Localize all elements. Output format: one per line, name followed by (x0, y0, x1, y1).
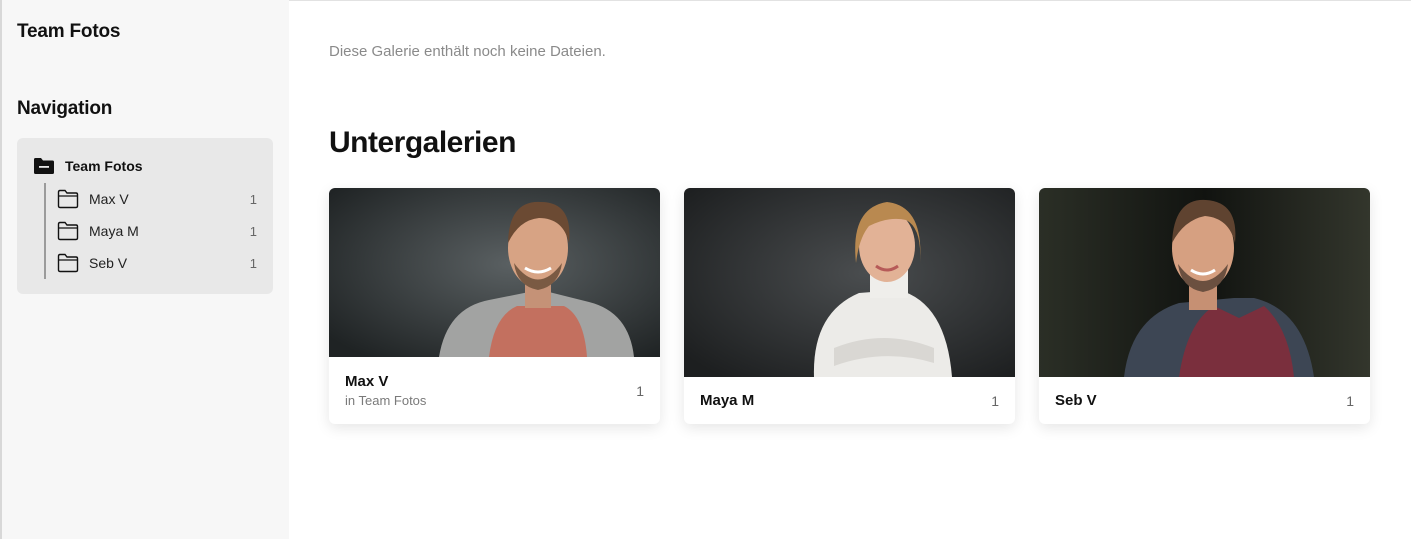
folder-open-icon (34, 158, 54, 174)
subgallery-card-max-v[interactable]: Max V in Team Fotos 1 (329, 188, 660, 424)
card-subtitle: in Team Fotos (345, 393, 427, 408)
subgallery-card-seb-v[interactable]: Seb V 1 (1039, 188, 1370, 424)
card-count: 1 (636, 383, 644, 399)
folder-icon (57, 189, 79, 209)
card-caption: Max V in Team Fotos (345, 373, 644, 408)
subgallery-card-maya-m[interactable]: Maya M 1 (684, 188, 1015, 424)
gallery-title: Team Fotos (17, 21, 121, 42)
nav-item-count: 1 (249, 223, 257, 239)
portrait-woman-white-sweater-icon (684, 188, 1015, 377)
card-count: 1 (1346, 393, 1354, 409)
nav-item-count: 1 (249, 191, 257, 207)
nav-item-max-v[interactable]: Max V 1 (57, 183, 257, 215)
sidebar: Team Fotos Navigation Team Fotos Max V 1 (2, 0, 289, 539)
portrait-man-cardigan-icon (329, 188, 660, 357)
card-caption: Maya M (700, 392, 999, 409)
navigation-heading: Navigation (17, 98, 113, 119)
nav-children: Max V 1 Maya M 1 Seb V 1 (44, 183, 257, 279)
nav-item-label: Max V (89, 191, 129, 207)
nav-item-count: 1 (249, 255, 257, 271)
folder-icon (57, 221, 79, 241)
portrait-man-blazer-icon (1039, 188, 1370, 377)
subgalleries-heading: Untergalerien (329, 126, 516, 159)
card-title: Seb V (1055, 392, 1097, 409)
nav-item-seb-v[interactable]: Seb V 1 (57, 247, 257, 279)
nav-root-label: Team Fotos (65, 158, 143, 174)
folder-icon (57, 253, 79, 273)
nav-item-maya-m[interactable]: Maya M 1 (57, 215, 257, 247)
nav-item-label: Seb V (89, 255, 128, 271)
nav-item-label: Maya M (89, 223, 139, 239)
main-content: Diese Galerie enthält noch keine Dateien… (289, 0, 1411, 539)
card-count: 1 (991, 393, 999, 409)
empty-gallery-note: Diese Galerie enthält noch keine Dateien… (329, 43, 606, 60)
card-title: Maya M (700, 392, 755, 409)
card-caption: Seb V (1055, 392, 1354, 409)
nav-root-team-fotos[interactable]: Team Fotos (33, 155, 253, 177)
navigation-tree: Team Fotos Max V 1 Maya M 1 Seb V 1 (17, 138, 273, 294)
card-title: Max V (345, 373, 389, 390)
